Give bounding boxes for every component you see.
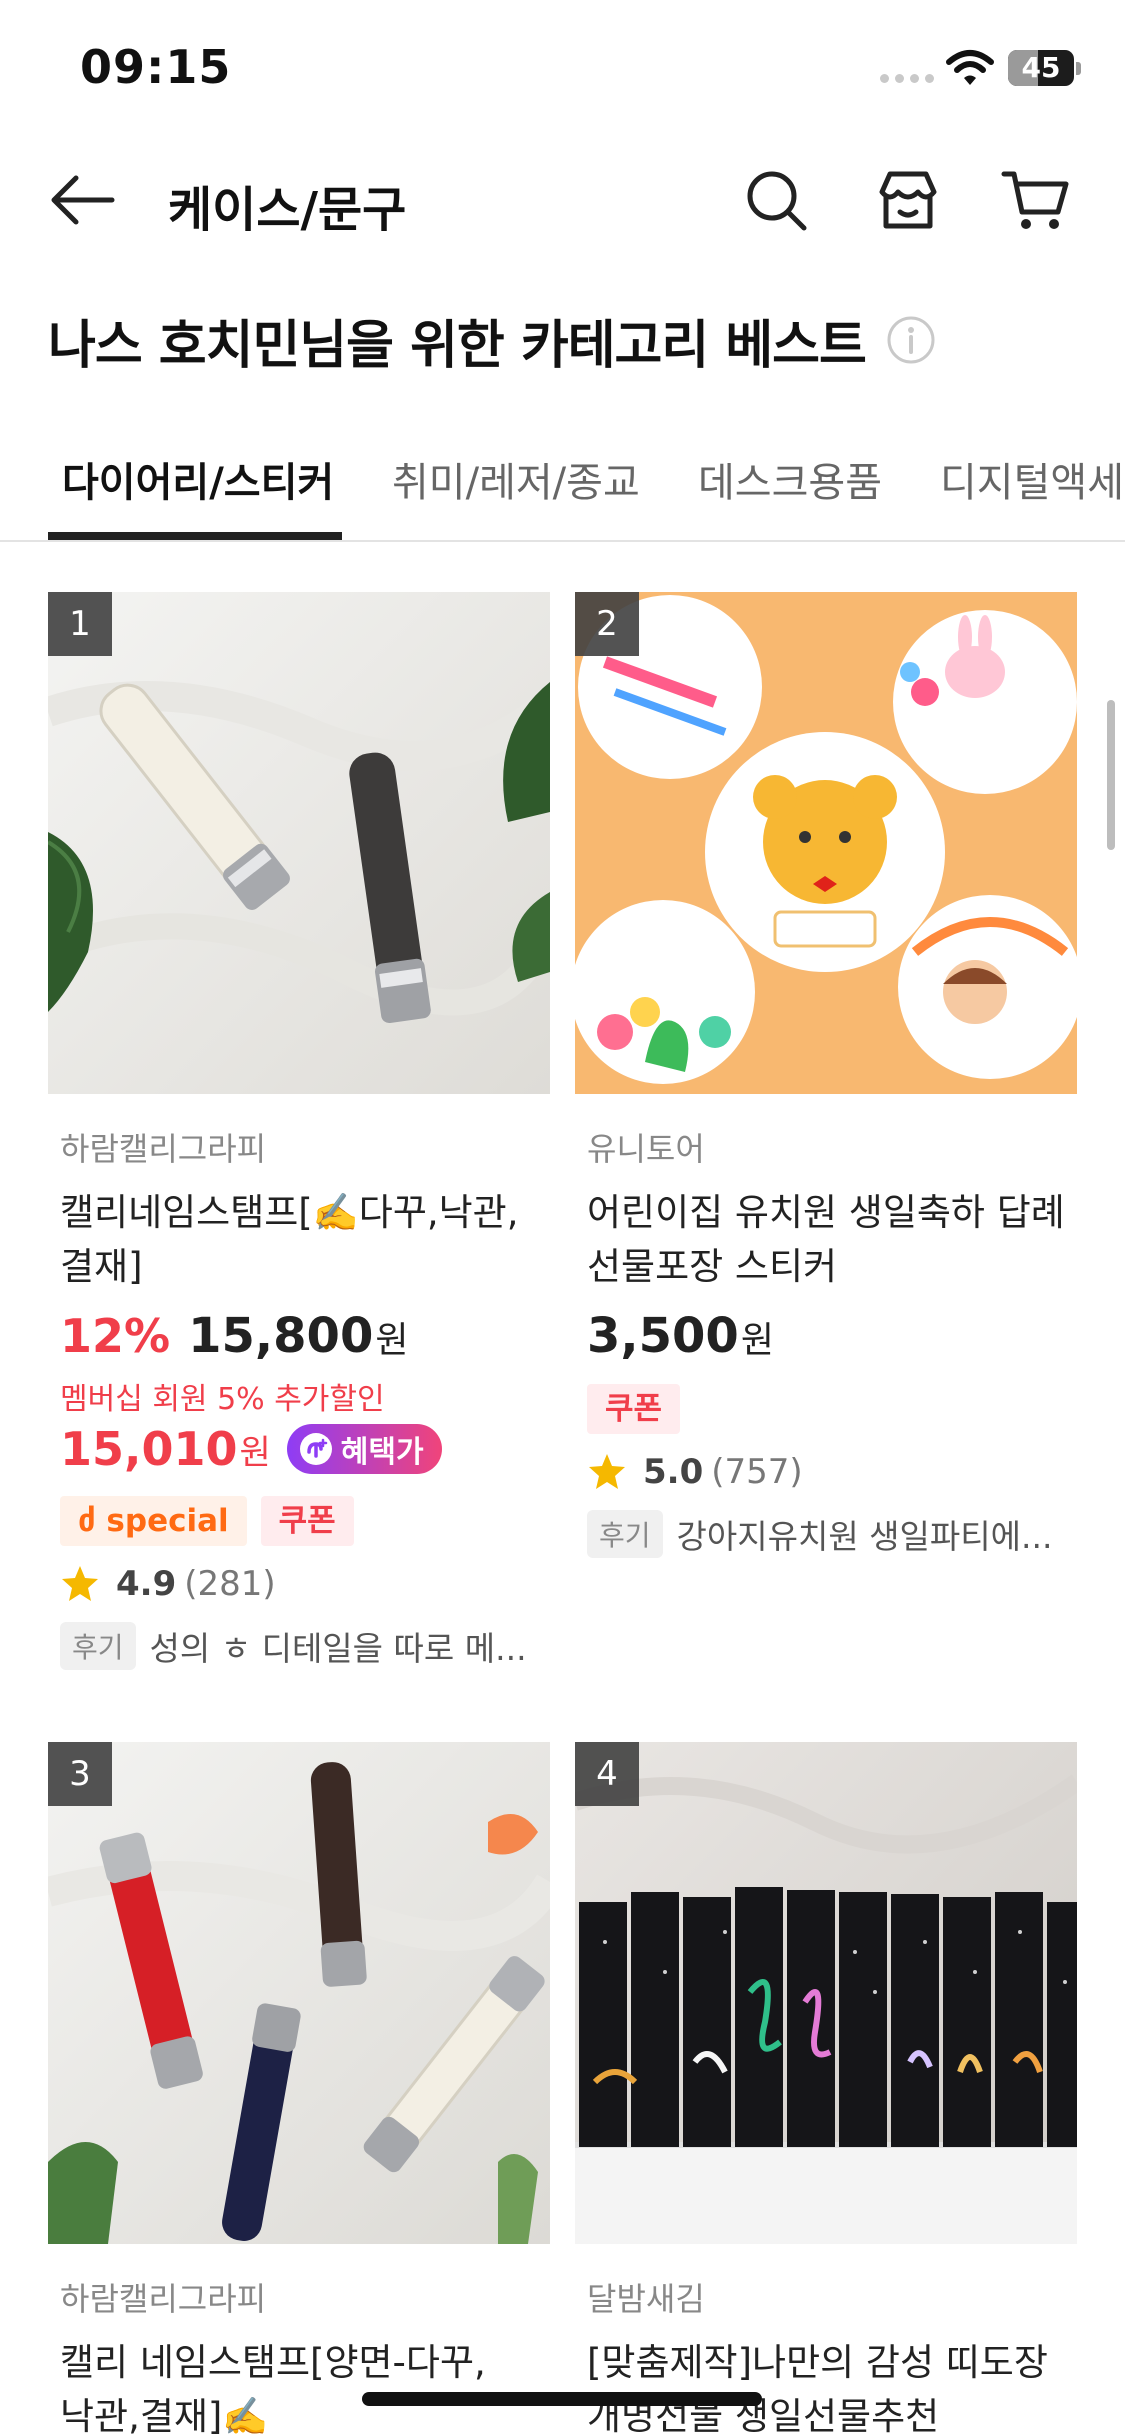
coupon-badge: 쿠폰	[260, 1496, 354, 1546]
review-count: (281)	[184, 1564, 276, 1604]
product-name[interactable]: 캘리 네임스탬프[양면-다꾸,낙관,결재]✍️	[60, 2336, 550, 2436]
product-card[interactable]: 4 달밤새김 [맞춤제작]나만의 감성 띠도장 개명선물 생일선물추천	[575, 1742, 1077, 2436]
store-name[interactable]: 유니토어	[587, 1124, 1077, 1170]
product-image[interactable]: 3	[48, 1742, 550, 2244]
member-price: 15,010	[60, 1422, 238, 1476]
review-label: 후기	[60, 1622, 136, 1670]
store-icon[interactable]	[870, 162, 946, 238]
info-icon[interactable]	[886, 315, 936, 365]
review-label: 후기	[587, 1510, 663, 1558]
store-name[interactable]: 하람캘리그라피	[60, 2274, 550, 2320]
price-row: 12% 15,800 원	[60, 1308, 550, 1364]
star-icon	[62, 1566, 98, 1601]
badge-row: ძ special 쿠폰	[60, 1496, 550, 1546]
price-row: 3,500 원	[587, 1308, 1077, 1364]
benefit-label: 혜택가	[340, 1435, 424, 1470]
product-card[interactable]: 3 하람캘리그라피 캘리 네임스탬프[양면-다꾸,낙관,결재]✍️	[48, 1742, 550, 2436]
product-name[interactable]: 어린이집 유치원 생일축하 답례 선물포장 스티커	[587, 1186, 1077, 1294]
scrollbar[interactable]	[1107, 700, 1115, 850]
membership-note: 멤버십 회원 5% 추가할인	[60, 1382, 385, 1417]
product-card[interactable]: 1 하람캘리그라피 캘리네임스탬프[✍️다꾸,낙관,결재] 12% 15,800…	[48, 592, 550, 1670]
tab-desk-supplies[interactable]: 데스크용품	[698, 450, 882, 508]
status-time: 09:15	[80, 40, 232, 94]
tab-hobby-leisure[interactable]: 취미/레저/종교	[392, 450, 640, 508]
review-text: 성의 ㅎ 디테일을 따로 메...	[149, 1629, 527, 1668]
battery-icon: 45	[1008, 50, 1074, 86]
category-tabs: 다이어리/스티커 취미/레저/종교 데스크용품 디지털액세서리	[0, 430, 1125, 542]
badge-row: 쿠폰	[587, 1384, 1077, 1434]
rating-row: 5.0 (757)	[587, 1452, 1077, 1492]
product-name[interactable]: 캘리네임스탬프[✍️다꾸,낙관,결재]	[60, 1186, 550, 1294]
rating-score: 5.0	[643, 1452, 704, 1492]
discount-rate: 12%	[60, 1309, 171, 1363]
review-snippet[interactable]: 후기 강아지유치원 생일파티에...	[587, 1510, 1077, 1558]
battery-level: 45	[1021, 51, 1061, 84]
rank-badge: 3	[48, 1742, 112, 1806]
product-image[interactable]: 1	[48, 592, 550, 1094]
product-card[interactable]: 2 유니토어 어린이집 유치원 생일축하 답례 선물포장 스티커 3,500 원…	[575, 592, 1077, 1558]
currency-unit: 원	[239, 1432, 271, 1473]
special-logo-icon: ძ	[78, 1503, 107, 1539]
member-price-row: 15,010 원 혜택가	[60, 1422, 550, 1476]
special-badge: ძ special	[60, 1496, 247, 1546]
section-title: 나스 호치민님을 위한 카테고리 베스트	[48, 315, 867, 376]
star-icon	[589, 1454, 625, 1489]
currency-unit: 원	[740, 1320, 774, 1361]
sale-price: 3,500	[587, 1308, 739, 1364]
wifi-icon	[946, 50, 994, 85]
tab-diary-sticker[interactable]: 다이어리/스티커	[62, 450, 334, 508]
product-image[interactable]: 4	[575, 1742, 1077, 2244]
review-snippet[interactable]: 후기 성의 ㅎ 디테일을 따로 메...	[60, 1622, 550, 1670]
search-icon[interactable]	[738, 162, 814, 238]
benefit-price-badge: 혜택가	[286, 1424, 442, 1474]
sale-price: 15,800	[188, 1308, 374, 1364]
review-text: 강아지유치원 생일파티에...	[676, 1517, 1053, 1556]
rating-row: 4.9 (281)	[60, 1564, 550, 1604]
rank-badge: 2	[575, 592, 639, 656]
rank-badge: 4	[575, 1742, 639, 1806]
cart-icon[interactable]	[998, 162, 1074, 238]
tab-digital-accessories[interactable]: 디지털액세서리	[940, 450, 1125, 508]
active-tab-indicator	[48, 532, 342, 540]
top-nav: 케이스/문구	[0, 140, 1125, 260]
page-title: 케이스/문구	[168, 182, 407, 238]
rank-badge: 1	[48, 592, 112, 656]
cellular-signal-icon	[880, 74, 934, 83]
product-name[interactable]: [맞춤제작]나만의 감성 띠도장 개명선물 생일선물추천	[587, 2336, 1077, 2436]
membership-logo-icon	[299, 1433, 332, 1465]
store-name[interactable]: 하람캘리그라피	[60, 1124, 550, 1170]
product-image[interactable]: 2	[575, 592, 1077, 1094]
review-count: (757)	[711, 1452, 803, 1492]
currency-unit: 원	[375, 1320, 409, 1361]
home-indicator[interactable]	[362, 2392, 762, 2406]
back-arrow-icon[interactable]	[46, 168, 118, 232]
status-bar: 09:15 45	[0, 0, 1125, 140]
coupon-badge: 쿠폰	[587, 1384, 681, 1434]
section-heading: 나스 호치민님을 위한 카테고리 베스트	[48, 300, 936, 380]
rating-score: 4.9	[116, 1564, 177, 1604]
store-name[interactable]: 달밤새김	[587, 2274, 1077, 2320]
